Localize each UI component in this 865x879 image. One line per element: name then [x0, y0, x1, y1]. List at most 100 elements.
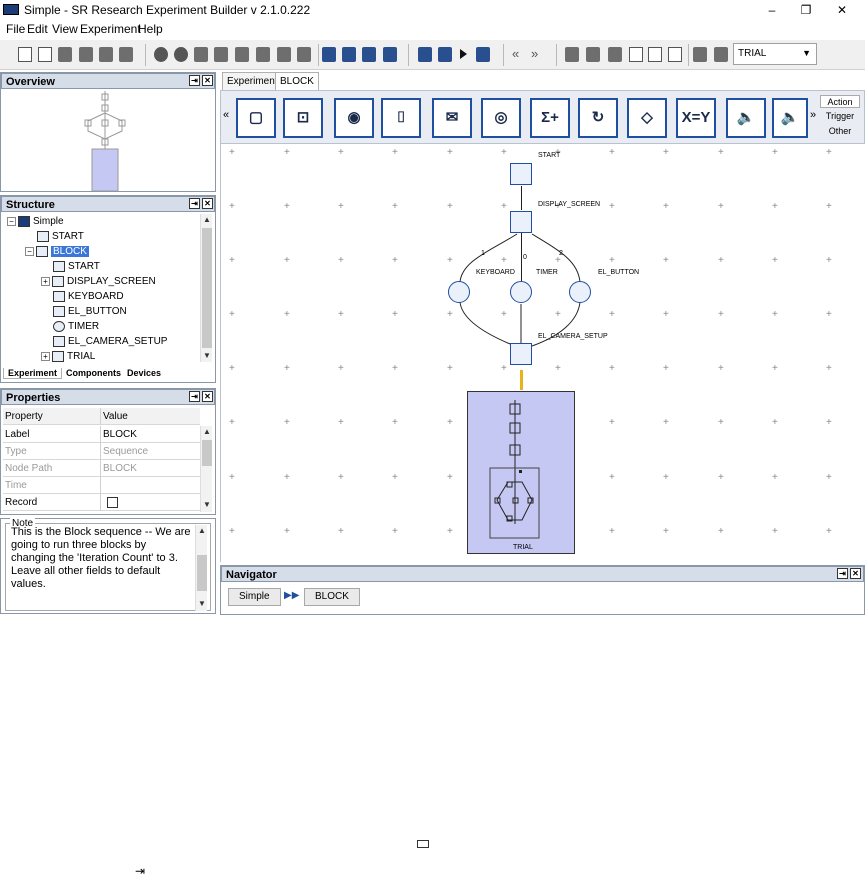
sound-control-palette-icon[interactable]: 🔈: [772, 98, 808, 138]
play-sound-palette-icon[interactable]: 🔈: [726, 98, 766, 138]
menu-experiment[interactable]: Experiment: [80, 22, 141, 36]
export-icon[interactable]: [693, 47, 707, 62]
tab-block-editor[interactable]: BLOCK: [275, 72, 319, 90]
properties-scrollbar[interactable]: ▲ ▼: [200, 426, 212, 512]
node-display-screen[interactable]: [510, 211, 532, 233]
note-scrollbar[interactable]: ▲ ▼: [195, 525, 207, 611]
palette-tab-trigger[interactable]: Trigger: [820, 110, 860, 123]
expand-icon[interactable]: +: [41, 277, 50, 286]
grid-icon[interactable]: [668, 47, 682, 62]
chart-icon[interactable]: [342, 47, 356, 62]
tab-experiment[interactable]: Experiment: [3, 368, 63, 379]
pin-icon[interactable]: ⇥: [189, 391, 200, 402]
collapse-icon[interactable]: −: [7, 217, 16, 226]
zoom-out-icon[interactable]: [608, 47, 622, 62]
trial-select[interactable]: TRIAL ▼: [733, 43, 817, 65]
scroll-thumb[interactable]: [202, 440, 212, 466]
tool-icon[interactable]: [418, 47, 432, 62]
property-row-type[interactable]: Type Sequence: [3, 443, 200, 460]
cut-icon[interactable]: [194, 47, 208, 62]
close-icon[interactable]: ✕: [202, 391, 213, 402]
sequence-palette-icon[interactable]: ◇: [627, 98, 667, 138]
tree-item-camera-setup[interactable]: EL_CAMERA_SETUP: [53, 336, 167, 347]
check-icon[interactable]: [322, 47, 336, 62]
select-all-icon[interactable]: [297, 47, 311, 62]
node-el-button[interactable]: [569, 281, 591, 303]
resource-icon[interactable]: [383, 47, 397, 62]
breadcrumb-block[interactable]: BLOCK: [304, 588, 360, 606]
layout-icon[interactable]: [648, 47, 662, 62]
scroll-thumb[interactable]: [197, 555, 207, 591]
property-row-record[interactable]: Record: [3, 494, 200, 511]
graph-icon[interactable]: [438, 47, 452, 62]
palette-scroll-left-icon[interactable]: «: [223, 109, 229, 121]
pin-icon[interactable]: ⇥: [189, 75, 200, 86]
paste-icon[interactable]: [235, 47, 249, 62]
save-icon[interactable]: [58, 47, 72, 62]
tree-item-block[interactable]: − BLOCK: [25, 246, 89, 258]
fit-icon[interactable]: [629, 47, 643, 62]
display-screen-palette-icon[interactable]: ▢: [236, 98, 276, 138]
send-message-palette-icon[interactable]: ✉: [432, 98, 472, 138]
deploy-icon[interactable]: [476, 47, 490, 62]
menu-view[interactable]: View: [52, 22, 78, 36]
overview-thumbnail[interactable]: [1, 89, 215, 191]
expand-icon[interactable]: +: [41, 352, 50, 361]
minimize-button[interactable]: –: [757, 2, 787, 18]
scroll-down-icon[interactable]: ▼: [201, 499, 213, 511]
pin-icon[interactable]: ⇥: [189, 198, 200, 209]
tree-item-trial[interactable]: + TRIAL: [41, 351, 95, 362]
tree-item-el-button[interactable]: EL_BUTTON: [53, 306, 127, 317]
note-text[interactable]: This is the Block sequence -- We are goi…: [11, 526, 191, 604]
close-icon[interactable]: ✕: [202, 198, 213, 209]
camera-setup-palette-icon[interactable]: ◉: [334, 98, 374, 138]
close-icon[interactable]: ✕: [850, 568, 861, 579]
scroll-up-icon[interactable]: ▲: [196, 525, 208, 537]
tree-item-display-screen[interactable]: + DISPLAY_SCREEN: [41, 276, 156, 287]
record-checkbox[interactable]: [107, 497, 118, 508]
scroll-down-icon[interactable]: ▼: [201, 350, 213, 362]
property-row-node-path[interactable]: Node Path BLOCK: [3, 460, 200, 477]
loop-palette-icon[interactable]: ↻: [578, 98, 618, 138]
save-all-icon[interactable]: [79, 47, 93, 62]
paste-special-icon[interactable]: [256, 47, 270, 62]
palette-scroll-right-icon[interactable]: »: [810, 109, 816, 121]
node-timer[interactable]: [510, 281, 532, 303]
menu-edit[interactable]: Edit: [27, 22, 48, 36]
menu-file[interactable]: File: [6, 22, 25, 36]
scroll-thumb[interactable]: [202, 228, 212, 348]
run-icon[interactable]: [460, 49, 467, 59]
close-icon[interactable]: ✕: [202, 75, 213, 86]
tab-devices[interactable]: Devices: [127, 368, 161, 378]
node-keyboard[interactable]: [448, 281, 470, 303]
property-row-time[interactable]: Time: [3, 477, 200, 494]
pin-icon[interactable]: ⇥: [837, 568, 848, 579]
scroll-up-icon[interactable]: ▲: [201, 214, 213, 226]
tree-item-keyboard[interactable]: KEYBOARD: [53, 291, 124, 302]
copy-icon[interactable]: [214, 47, 228, 62]
tree-item-block-start[interactable]: START: [53, 261, 100, 272]
close-button[interactable]: ✕: [827, 2, 857, 18]
library-icon[interactable]: [362, 47, 376, 62]
scroll-up-icon[interactable]: ▲: [201, 426, 213, 438]
structure-scrollbar[interactable]: ▲ ▼: [200, 214, 212, 362]
node-camera-setup[interactable]: [510, 343, 532, 365]
build-icon[interactable]: [99, 47, 113, 62]
scroll-down-icon[interactable]: ▼: [196, 598, 208, 610]
delete-icon[interactable]: [277, 47, 291, 62]
menu-help[interactable]: Help: [138, 22, 163, 36]
property-value[interactable]: BLOCK: [103, 429, 137, 440]
nav-forward-icon[interactable]: »: [531, 46, 538, 61]
tab-experiment-editor[interactable]: Experiment: [222, 72, 283, 90]
tab-components[interactable]: Components: [66, 368, 121, 378]
maximize-button[interactable]: ❐: [791, 2, 821, 18]
package-icon[interactable]: [119, 47, 133, 62]
redo-icon[interactable]: [174, 47, 188, 62]
trial-sequence-node[interactable]: TRIAL: [467, 391, 575, 554]
dock-icon[interactable]: [417, 840, 429, 848]
undo-icon[interactable]: [154, 47, 168, 62]
collapse-icon[interactable]: −: [25, 247, 34, 256]
zoom-icon[interactable]: [565, 47, 579, 62]
update-attribute-palette-icon[interactable]: X=Y: [676, 98, 716, 138]
node-start[interactable]: [510, 163, 532, 185]
